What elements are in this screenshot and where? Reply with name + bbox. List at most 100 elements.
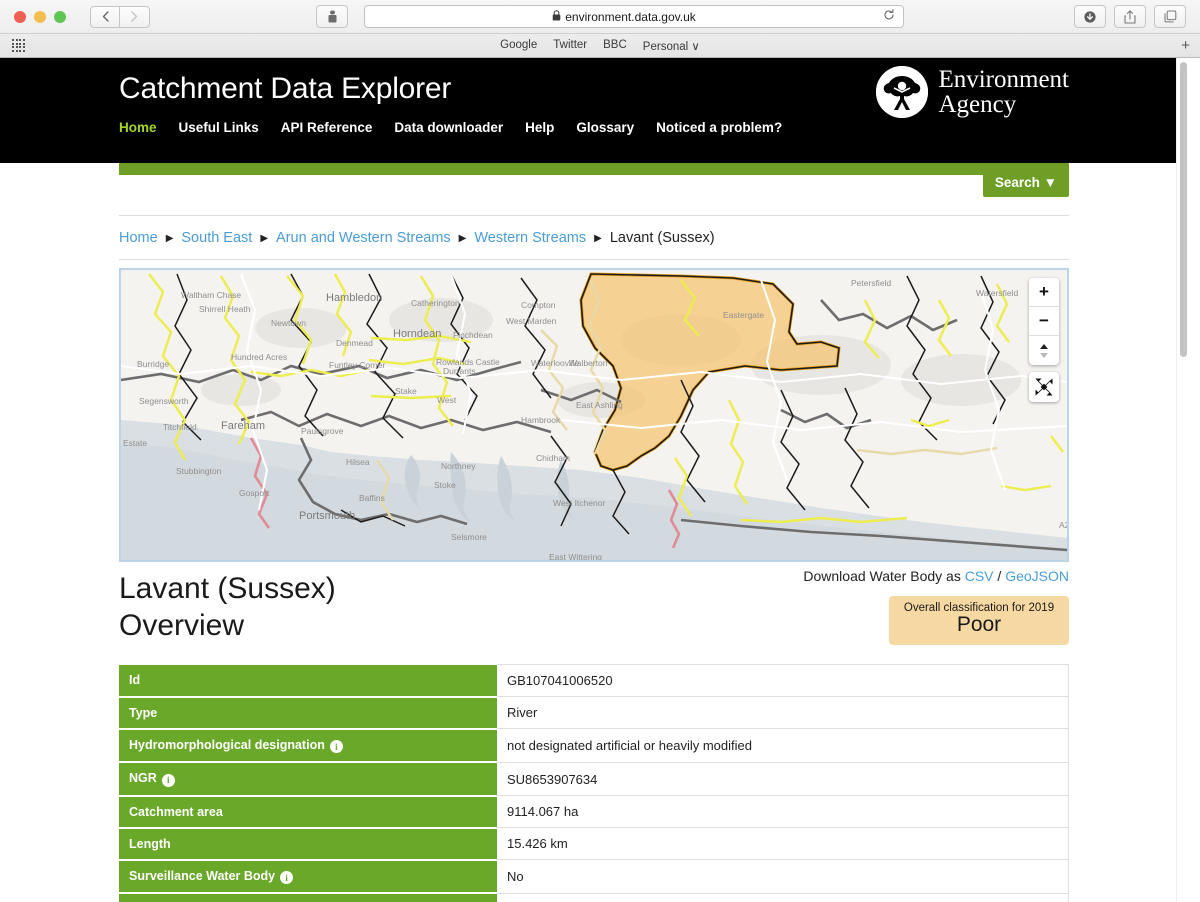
bookmark-google[interactable]: Google: [500, 39, 537, 53]
map-label: Stake: [395, 386, 417, 396]
nav-api-reference[interactable]: API Reference: [281, 120, 373, 135]
row-value: not designated artificial or heavily mod…: [497, 728, 1069, 763]
download-csv-link[interactable]: CSV: [965, 568, 994, 584]
page-scrollbar[interactable]: [1176, 58, 1188, 902]
environment-agency-wordmark: Environment Agency: [938, 65, 1069, 118]
nav-glossary[interactable]: Glossary: [576, 120, 634, 135]
nav-home[interactable]: Home: [119, 120, 157, 135]
overview-table: Id GB107041006520 Type River Hydromorphologi…: [119, 664, 1069, 902]
breadcrumb-separator-icon: ▶: [165, 232, 174, 244]
row-label-text: Type: [129, 705, 158, 720]
row-label: Hydromorphological designation i: [119, 728, 497, 764]
row-value: 15.426 km: [497, 827, 1069, 861]
row-label-text: Catchment area: [129, 804, 223, 819]
breadcrumb: Home ▶ South East ▶ Arun and Western Str…: [119, 215, 1069, 260]
breadcrumb-home[interactable]: Home: [119, 230, 158, 246]
map-label: Walberton: [569, 358, 608, 368]
breadcrumb-separator-icon: ▶: [458, 232, 467, 244]
fullscreen-icon[interactable]: [1029, 372, 1059, 402]
table-row: NGR i SU8653907634: [119, 761, 1069, 797]
map-label: East Wittering: [549, 552, 602, 562]
map-label: Denmead: [336, 338, 373, 348]
row-label-text: Length: [129, 836, 171, 851]
row-label: Surveillance Water Body i: [119, 859, 497, 895]
zoom-out-button[interactable]: −: [1029, 307, 1059, 336]
map-label: Segensworth: [139, 396, 189, 406]
toolbar-right-icons: [1074, 5, 1190, 28]
forward-button[interactable]: [120, 5, 150, 28]
info-icon[interactable]: i: [280, 871, 294, 885]
bookmark-twitter[interactable]: Twitter: [553, 39, 587, 53]
search-dropdown-button[interactable]: Search ▼: [982, 169, 1069, 197]
lock-icon: [552, 9, 561, 24]
map-label: Shirrell Heath: [199, 304, 251, 314]
window-traffic-lights[interactable]: [10, 10, 66, 23]
environment-agency-logo[interactable]: Environment Agency: [876, 66, 1069, 118]
back-button[interactable]: [90, 5, 120, 28]
bookmark-bbc[interactable]: BBC: [603, 39, 627, 53]
row-label: Catchment area: [119, 795, 497, 829]
content-area: Download Water Body as CSV / GeoJSON Lav…: [119, 562, 1069, 645]
nav-help[interactable]: Help: [525, 120, 554, 135]
zoom-in-button[interactable]: +: [1029, 278, 1059, 307]
maximize-window-button[interactable]: [54, 10, 66, 23]
scrollbar-thumb[interactable]: [1180, 62, 1187, 357]
map-label: Durrants: [443, 366, 476, 376]
map-label: Petersfield: [851, 278, 892, 288]
table-row: Type River: [119, 696, 1069, 730]
map-label: Paulsgrove: [301, 426, 344, 436]
main-navigation: Home Useful Links API Reference Data dow…: [119, 120, 1069, 135]
address-bar[interactable]: environment.data.gov.uk: [364, 5, 904, 28]
table-row: Catchment area91.141 km2: [119, 892, 1069, 902]
map-label: Baffins: [359, 493, 385, 503]
row-label: NGR i: [119, 762, 497, 797]
catchment-map[interactable]: Hambledon Catherington Compton Petersfield S…: [119, 268, 1069, 562]
downloads-icon[interactable]: [1074, 5, 1106, 28]
nav-data-downloader[interactable]: Data downloader: [394, 120, 503, 135]
navigation-buttons[interactable]: [90, 5, 150, 28]
reader-view-icon[interactable]: [316, 5, 348, 28]
minimize-window-button[interactable]: [34, 10, 46, 23]
map-label: West: [437, 395, 457, 405]
share-icon[interactable]: [1114, 5, 1146, 28]
info-icon[interactable]: i: [329, 740, 343, 754]
breadcrumb-western-streams[interactable]: Western Streams: [474, 230, 586, 246]
row-value: No: [497, 859, 1069, 894]
tilt-control-button[interactable]: [1029, 336, 1059, 365]
map-label: Estate: [123, 438, 148, 448]
row-value: GB107041006520: [497, 664, 1069, 698]
ea-line-1: Environment: [938, 65, 1069, 93]
map-label: East Ashling: [576, 400, 623, 410]
tabs-icon[interactable]: [1154, 5, 1186, 28]
bookmarks-bar: Google Twitter BBC Personal ∨ +: [0, 33, 1200, 57]
site-header: Catchment Data Explorer Home Useful Link…: [0, 58, 1188, 163]
info-icon[interactable]: i: [161, 773, 175, 787]
browser-toolbar: environment.data.gov.uk: [0, 0, 1200, 33]
map-label: Stoke: [434, 480, 456, 490]
row-value: 9114.067 ha: [497, 795, 1069, 829]
row-value: 91.141 km2: [497, 892, 1069, 902]
map-label: Titchfield: [163, 422, 197, 432]
table-row: Catchment area 9114.067 ha: [119, 795, 1069, 829]
download-label: Download Water Body as: [803, 568, 961, 584]
nav-noticed-a-problem[interactable]: Noticed a problem?: [656, 120, 782, 135]
map-label: Funtley Corner: [329, 360, 386, 370]
breadcrumb-south-east[interactable]: South East: [181, 230, 252, 246]
row-label-text: Hydromorphological designation: [129, 737, 325, 752]
browser-chrome: environment.data.gov.uk Google Twitter B…: [0, 0, 1200, 58]
web-page: Catchment Data Explorer Home Useful Link…: [0, 58, 1188, 902]
download-geojson-link[interactable]: GeoJSON: [1005, 568, 1069, 584]
map-label: Compton: [521, 300, 556, 310]
reload-icon[interactable]: [883, 9, 895, 24]
map-label: Hambrook: [521, 415, 561, 425]
breadcrumb-arun-and-western-streams[interactable]: Arun and Western Streams: [276, 230, 451, 246]
close-window-button[interactable]: [14, 10, 26, 23]
nav-useful-links[interactable]: Useful Links: [179, 120, 259, 135]
environment-agency-mark-icon: [876, 66, 929, 118]
ea-line-2: Agency: [938, 91, 1017, 118]
map-canvas[interactable]: [121, 270, 1067, 560]
search-strip: Search ▼: [119, 163, 1069, 203]
bookmark-personal-folder[interactable]: Personal ∨: [643, 39, 700, 53]
map-label: West Itchenor: [553, 498, 606, 508]
row-label: Length: [119, 827, 497, 861]
